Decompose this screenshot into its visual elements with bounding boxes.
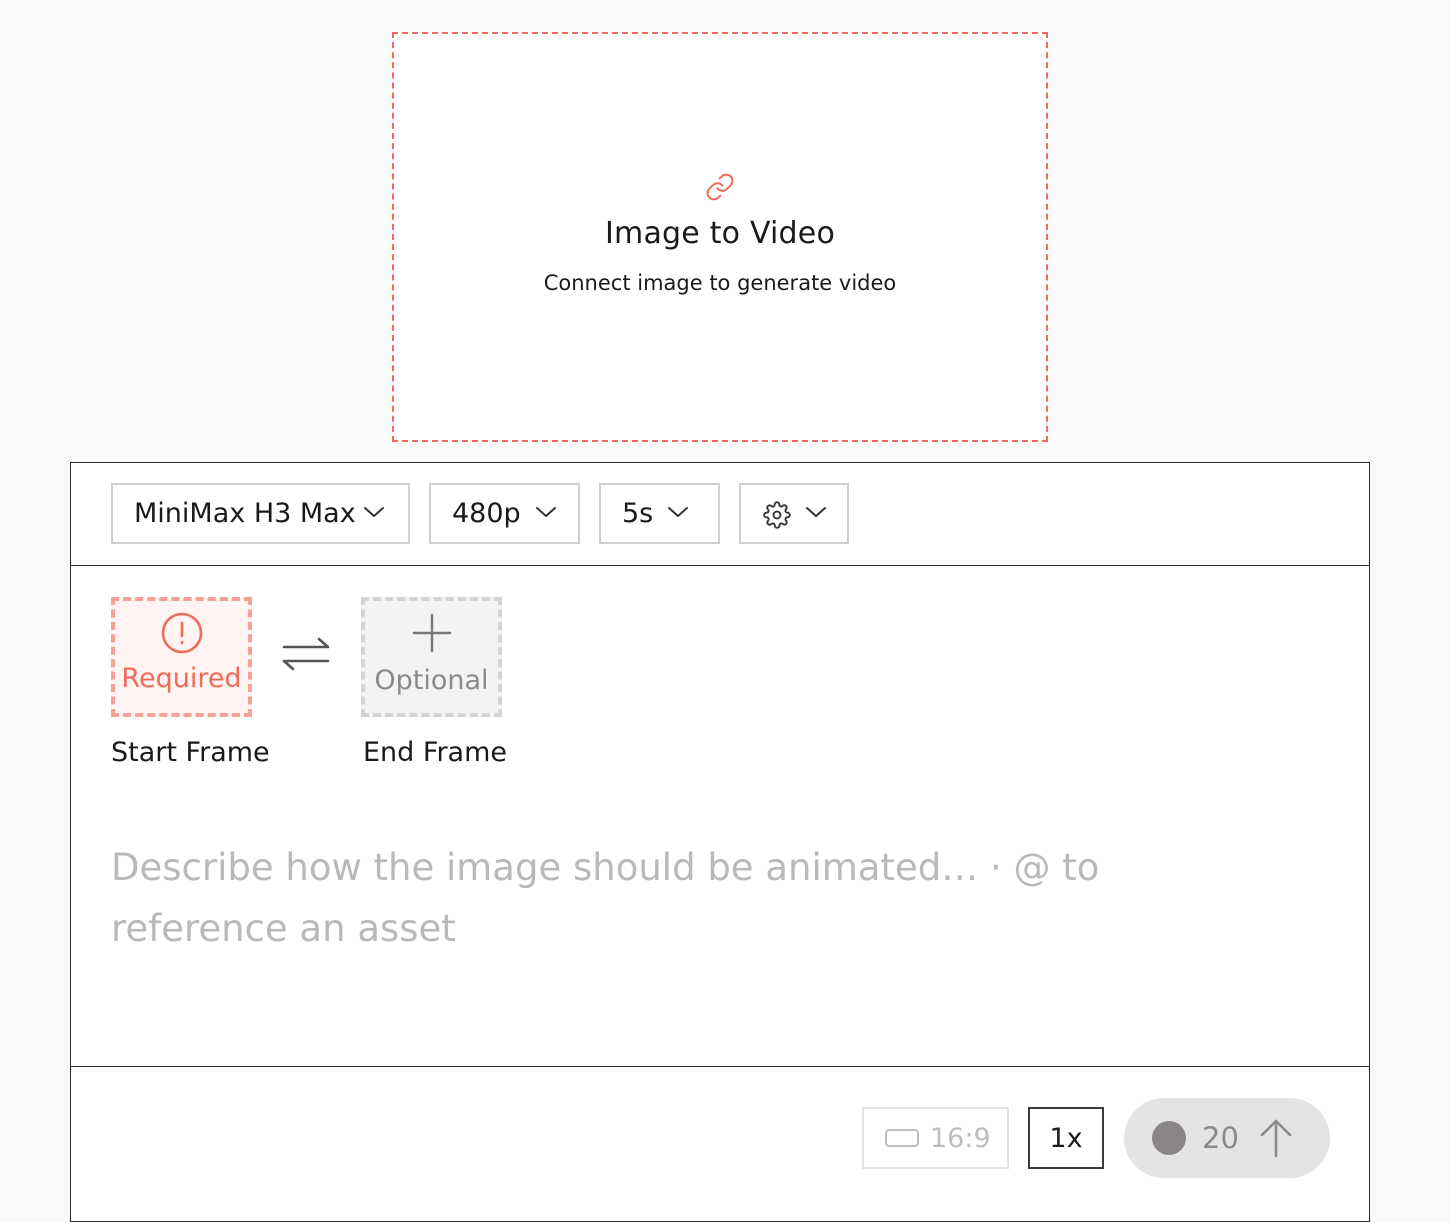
- start-frame-caption: Start Frame: [111, 737, 270, 768]
- alert-circle-icon: [161, 612, 202, 654]
- end-frame-caption: End Frame: [363, 737, 508, 768]
- generate-button[interactable]: 20: [1124, 1098, 1330, 1178]
- credit-icon: [1152, 1121, 1186, 1155]
- gear-icon: [763, 501, 791, 529]
- aspect-ratio-icon: [885, 1129, 919, 1147]
- node-subtitle: Connect image to generate video: [543, 271, 897, 295]
- panel-footer: 16:9 1x 20: [71, 1066, 1369, 1216]
- image-to-video-node[interactable]: Image to Video Connect image to generate…: [392, 32, 1048, 442]
- credit-cost: 20: [1202, 1121, 1239, 1155]
- chevron-down-icon: [536, 507, 556, 517]
- resolution-value: 480p: [452, 498, 521, 529]
- plus-icon: [412, 613, 451, 653]
- chevron-down-icon: [364, 507, 384, 517]
- frames-and-prompt: Required Optional Start Frame End Frame …: [71, 567, 1369, 1067]
- swap-arrows-icon[interactable]: [281, 637, 331, 671]
- arrow-up-icon: [1260, 1119, 1292, 1158]
- resolution-dropdown[interactable]: 480p: [429, 483, 580, 544]
- options-toolbar: MiniMax H3 Max 480p 5s: [71, 463, 1369, 566]
- prompt-input[interactable]: Describe how the image should be animate…: [111, 837, 1261, 959]
- aspect-ratio-value: 16:9: [930, 1122, 991, 1154]
- chevron-down-icon: [806, 507, 826, 517]
- start-frame-slot[interactable]: Required: [111, 597, 252, 717]
- multiplier-button[interactable]: 1x: [1028, 1107, 1104, 1169]
- duration-dropdown[interactable]: 5s: [599, 483, 720, 544]
- model-value: MiniMax H3 Max: [134, 498, 356, 529]
- chevron-down-icon: [668, 507, 688, 517]
- link-icon: [706, 173, 734, 201]
- model-dropdown[interactable]: MiniMax H3 Max: [111, 483, 410, 544]
- node-title: Image to Video: [605, 216, 835, 251]
- aspect-ratio-button[interactable]: 16:9: [862, 1107, 1009, 1169]
- multiplier-value: 1x: [1049, 1122, 1083, 1154]
- settings-dropdown[interactable]: [739, 483, 849, 544]
- generation-panel: MiniMax H3 Max 480p 5s Required Optional…: [70, 462, 1370, 1222]
- end-frame-status: Optional: [374, 665, 489, 696]
- end-frame-slot[interactable]: Optional: [361, 597, 502, 717]
- duration-value: 5s: [622, 498, 654, 529]
- start-frame-status: Required: [121, 663, 242, 694]
